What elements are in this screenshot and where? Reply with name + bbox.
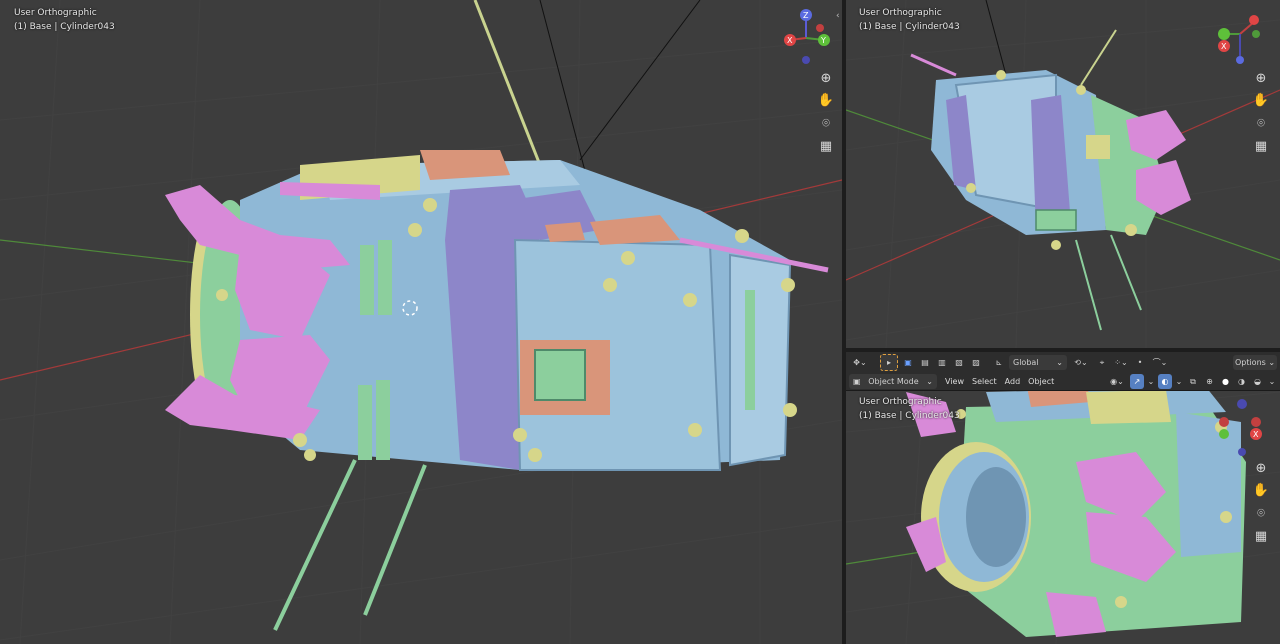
overlays-menu-icon[interactable]: ⌄ [1175,374,1183,389]
viewport-main[interactable]: User Orthographic (1) Base | Cylinder043… [0,0,842,644]
xray-toggle-icon[interactable]: ⧉ [1186,374,1200,389]
gizmo-x: X [787,36,793,45]
visibility-icon[interactable]: ◉⌄ [1107,374,1127,389]
menu-object[interactable]: Object [1028,377,1054,386]
grid-ortho-icon[interactable]: ▦ [1251,526,1271,546]
shading-menu-icon[interactable]: ⌄ [1267,374,1277,389]
chevron-down-icon: ⌄ [1056,358,1063,367]
object-info: (1) Base | Cylinder043 [859,411,960,421]
chevron-down-icon: ⌄ [926,377,933,386]
menu-select[interactable]: Select [972,377,997,386]
viewport-bottom-right[interactable]: ✥⌄ ▸ ▣ ▤ ▥ ▧ ▨ ⊾ Global ⌄ ⟲⌄ ⌖ ⁘⌄ • ⌒⌄ Op… [846,352,1280,644]
select-extend-icon[interactable]: ▤ [918,355,932,370]
viewport-top-right[interactable]: User Orthographic (1) Base | Cylinder043… [846,0,1280,348]
viewport-info: User Orthographic (1) Base | Cylinder043 [859,395,960,423]
gizmo-z: Z [803,11,809,20]
gizmo-x: X [1221,42,1227,51]
zoom-icon[interactable]: ⊕ [1251,458,1271,478]
falloff-icon[interactable]: ⌒⌄ [1150,355,1170,370]
gizmo-x: X [1253,430,1259,439]
material-shading-icon[interactable]: ◑ [1235,374,1248,389]
gizmo-y: Y [820,36,826,45]
gizmo-menu-icon[interactable]: ⌄ [1147,374,1155,389]
collapse-arrow-icon[interactable]: ‹ [836,11,840,21]
object-info: (1) Base | Cylinder043 [14,22,115,32]
options-dropdown[interactable]: Options ⌄ [1233,355,1277,370]
zoom-icon[interactable]: ⊕ [1251,68,1271,88]
object-mode-label: Object Mode [868,377,919,386]
camera-icon[interactable]: ⌾ [1251,113,1271,133]
grid-ortho-icon[interactable]: ▦ [1251,136,1271,156]
select-subtract-icon[interactable]: ▥ [935,355,949,370]
hand-pan-icon[interactable]: ✋ [1251,90,1271,110]
view-name: User Orthographic [14,8,97,18]
viewport-info: User Orthographic (1) Base | Cylinder043 [14,6,115,34]
zoom-icon[interactable]: ⊕ [816,68,836,88]
navigation-gizmo[interactable]: Z Y X [780,6,836,68]
object-mode-icon: ▣ [853,377,861,386]
transform-pivot-icon[interactable]: ✥⌄ [849,355,871,370]
object-mode-select[interactable]: ▣ Object Mode ⌄ [849,374,937,389]
transform-orientation-select[interactable]: Global ⌄ [1009,355,1067,370]
menu-view[interactable]: View [945,377,964,386]
gizmo-toggle-icon[interactable]: ↗ [1130,374,1144,389]
grid-ortho-icon[interactable]: ▦ [816,136,836,156]
viewport-info: User Orthographic (1) Base | Cylinder043 [859,6,960,34]
select-box-mode-icon[interactable]: ▣ [901,355,915,370]
wireframe-shading-icon[interactable]: ⊕ [1203,374,1216,389]
select-intersect-icon[interactable]: ▨ [969,355,983,370]
overlays-toggle-icon[interactable]: ◐ [1158,374,1172,389]
object-info: (1) Base | Cylinder043 [859,22,960,32]
camera-icon[interactable]: ⌾ [1251,503,1271,523]
scene-top-right [846,0,1280,348]
hand-pan-icon[interactable]: ✋ [816,90,836,110]
orientation-icon: ⊾ [995,358,1003,367]
transform-orientation-label: Global [1013,358,1039,367]
select-invert-icon[interactable]: ▧ [952,355,966,370]
camera-icon[interactable]: ⌾ [816,113,836,133]
pivot-point-icon[interactable]: ⟲⌄ [1070,355,1092,370]
navigation-gizmo[interactable]: X [1216,394,1276,464]
snap-target-icon[interactable]: ⁘⌄ [1112,355,1130,370]
scene-main [0,0,842,644]
solid-shading-icon[interactable]: ● [1219,374,1232,389]
options-label: Options [1234,358,1266,367]
rendered-shading-icon[interactable]: ◒ [1251,374,1264,389]
proportional-edit-icon[interactable]: • [1133,355,1147,370]
menu-add[interactable]: Add [1005,377,1021,386]
select-tool-icon[interactable]: ▸ [880,354,898,371]
view-name: User Orthographic [859,8,942,18]
view-name: User Orthographic [859,397,942,407]
hand-pan-icon[interactable]: ✋ [1251,480,1271,500]
navigation-gizmo[interactable]: X [1216,8,1272,66]
snap-icon[interactable]: ⌖ [1095,355,1109,370]
viewport-header: ✥⌄ ▸ ▣ ▤ ▥ ▧ ▨ ⊾ Global ⌄ ⟲⌄ ⌖ ⁘⌄ • ⌒⌄ Op… [846,352,1280,391]
